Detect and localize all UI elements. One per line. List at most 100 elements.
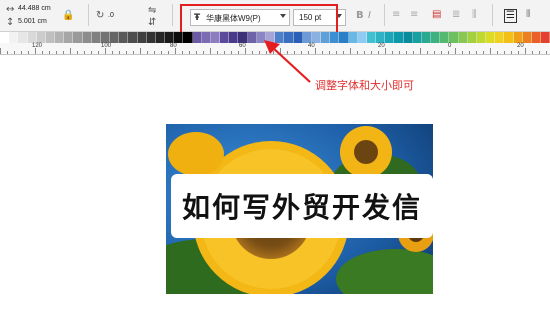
color-swatch[interactable] [385,32,395,43]
color-swatch[interactable] [366,32,377,43]
ruler-tick [511,51,512,54]
horizontal-ruler[interactable]: 120 100 80 60 40 20 0 20 [0,43,550,55]
color-swatch[interactable] [357,32,367,43]
color-swatch[interactable] [183,32,193,43]
color-swatch[interactable] [238,32,248,43]
ruler-tick [182,51,183,54]
rotate-icon: ↻ [96,10,105,21]
color-swatch[interactable] [376,32,386,43]
color-swatch[interactable] [431,32,441,43]
paragraph-icon[interactable]: ≣ [452,10,460,20]
color-swatch[interactable] [9,32,19,43]
color-swatch[interactable] [201,32,211,43]
width-field[interactable]: 44.488 cm [18,5,51,12]
color-swatch[interactable] [100,32,111,43]
ruler-tick [343,51,344,54]
color-swatch[interactable] [64,32,74,43]
color-swatch[interactable] [321,32,331,43]
ruler-label: 40 [308,43,315,49]
color-swatch[interactable] [541,32,550,43]
height-field[interactable]: 5.001 cm [18,18,47,25]
color-swatch[interactable] [82,32,92,43]
color-swatch[interactable] [275,32,285,43]
color-swatch[interactable] [192,32,202,43]
vertical-text-icon[interactable]: ⦀ [526,10,530,20]
color-swatch[interactable] [458,32,468,43]
color-swatch[interactable] [45,32,56,43]
color-swatch[interactable] [467,32,477,43]
color-swatch[interactable] [210,32,221,43]
color-swatch[interactable] [421,32,432,43]
bold-icon[interactable]: B [356,11,364,21]
color-swatch[interactable] [229,32,239,43]
color-swatch[interactable] [247,32,257,43]
color-swatch[interactable] [302,32,312,43]
color-swatch[interactable] [330,32,340,43]
columns-icon[interactable]: ⫼ [472,10,477,20]
ruler-tick [497,51,498,54]
text-color-icon[interactable]: ▤ [432,10,441,20]
color-swatch[interactable] [146,32,156,43]
separator [172,4,173,26]
color-swatch[interactable] [284,32,294,43]
align-center-icon[interactable]: ≡ [410,10,418,20]
ruler-label: 20 [378,43,385,49]
ruler-tick [63,51,64,54]
color-swatch[interactable] [27,32,37,43]
color-swatch[interactable] [339,32,349,43]
text-banner[interactable]: 如何写外贸开发信 [171,174,433,238]
color-swatch[interactable] [36,32,46,43]
color-swatch[interactable] [403,32,413,43]
color-swatch[interactable] [155,32,166,43]
color-swatch[interactable] [0,32,10,43]
align-left-icon[interactable]: ≡ [392,10,400,20]
separator [88,4,89,26]
mirror-vertical-icon[interactable]: ⇵ [148,18,156,28]
horizontal-text-icon[interactable]: ☰ [504,9,517,23]
color-swatch[interactable] [440,32,450,43]
color-swatch[interactable] [476,32,487,43]
ruler-label: 0 [448,43,452,49]
ruler-tick [119,51,120,54]
color-swatch[interactable] [165,32,175,43]
color-swatch[interactable] [486,32,496,43]
color-swatch[interactable] [504,32,514,43]
ruler-tick [441,51,442,54]
color-swatch[interactable] [522,32,532,43]
color-swatch[interactable] [412,32,422,43]
color-swatch[interactable] [137,32,147,43]
color-swatch[interactable] [293,32,303,43]
color-swatch[interactable] [311,32,322,43]
ruler-tick [525,48,526,54]
ruler-label: 100 [101,43,112,49]
color-swatch[interactable] [531,32,542,43]
color-swatch[interactable] [91,32,101,43]
color-swatch[interactable] [110,32,120,43]
italic-icon[interactable]: I [368,11,371,21]
ruler-tick [301,51,302,54]
color-swatch[interactable] [220,32,230,43]
color-swatch[interactable] [265,32,276,43]
color-swatch[interactable] [348,32,358,43]
color-swatch[interactable] [128,32,138,43]
color-swatch[interactable] [394,32,404,43]
color-swatch[interactable] [449,32,459,43]
color-swatch[interactable] [18,32,28,43]
ruler-tick [434,51,435,54]
ruler-tick [336,51,337,54]
ruler-tick [140,48,141,54]
color-swatch[interactable] [495,32,505,43]
ruler-tick [28,51,29,54]
banner-heading[interactable]: 如何写外贸开发信 [171,174,433,238]
ruler-tick [224,51,225,54]
color-swatch[interactable] [256,32,266,43]
color-swatch[interactable] [174,32,184,43]
rotation-field[interactable]: .0 [108,12,114,19]
ruler-tick [385,48,386,54]
lock-ratio-icon[interactable]: 🔒 [62,11,74,21]
mirror-horizontal-icon[interactable]: ⇋ [148,6,156,16]
color-swatch[interactable] [513,32,523,43]
color-swatch[interactable] [119,32,129,43]
color-swatch[interactable] [55,32,65,43]
color-swatch[interactable] [73,32,83,43]
